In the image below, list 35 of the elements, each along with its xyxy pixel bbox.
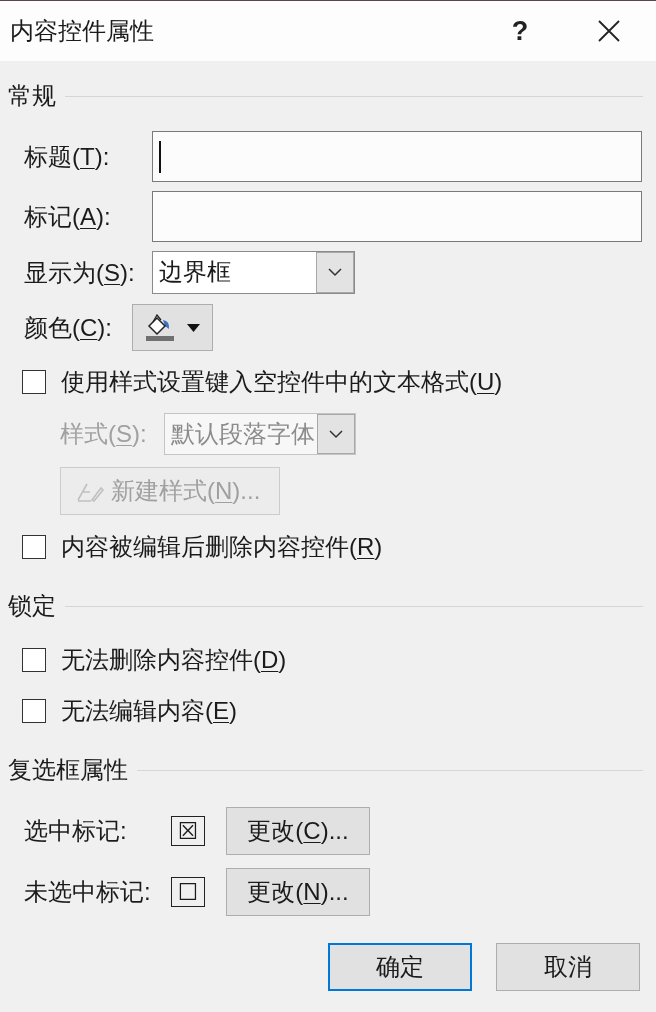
checkbox[interactable]	[22, 370, 46, 394]
help-button[interactable]: ?	[498, 9, 542, 53]
dropdown[interactable]: 边界框	[152, 251, 355, 294]
checkbox-label: 内容被编辑后删除内容控件(R)	[61, 532, 383, 562]
field-label: 标记(A):	[24, 201, 112, 232]
dialog-button[interactable]: 确定	[328, 943, 472, 991]
field-label: 选中标记:	[24, 816, 128, 846]
checkbox[interactable]	[22, 535, 46, 559]
input-field[interactable]	[152, 131, 642, 182]
symbol-preview: ☐	[171, 877, 205, 907]
checkbox-label: 使用样式设置键入空控件中的文本格式(U)	[61, 367, 503, 397]
field-label: 样式(S):	[60, 419, 148, 449]
checkbox-label: 无法编辑内容(E)	[61, 696, 237, 726]
change-button[interactable]: 更改(C)...	[226, 807, 370, 855]
field-label: 颜色(C):	[24, 312, 113, 343]
caret-down-icon	[187, 323, 200, 332]
paint-bucket-icon	[145, 313, 177, 342]
checkbox[interactable]	[22, 648, 46, 672]
dialog-button[interactable]: 取消	[496, 943, 640, 991]
field-label: 显示为(S):	[24, 257, 136, 288]
section-heading: 常规	[8, 81, 56, 111]
checkbox-label: 无法删除内容控件(D)	[61, 645, 287, 675]
checkbox[interactable]	[22, 699, 46, 723]
section-heading: 复选框属性	[8, 755, 128, 785]
change-button[interactable]: 更改(N)...	[226, 868, 370, 916]
chevron-down-icon	[317, 414, 355, 454]
symbol-preview: ☒	[171, 816, 205, 846]
section-heading: 锁定	[8, 591, 56, 621]
input-field[interactable]	[152, 191, 642, 242]
field-label: 未选中标记:	[24, 877, 152, 907]
close-icon	[598, 20, 620, 42]
chevron-down-icon	[316, 252, 354, 293]
window-title: 内容控件属性	[10, 16, 155, 46]
color-button[interactable]	[132, 304, 213, 351]
field-label: 标题(T):	[24, 141, 111, 172]
